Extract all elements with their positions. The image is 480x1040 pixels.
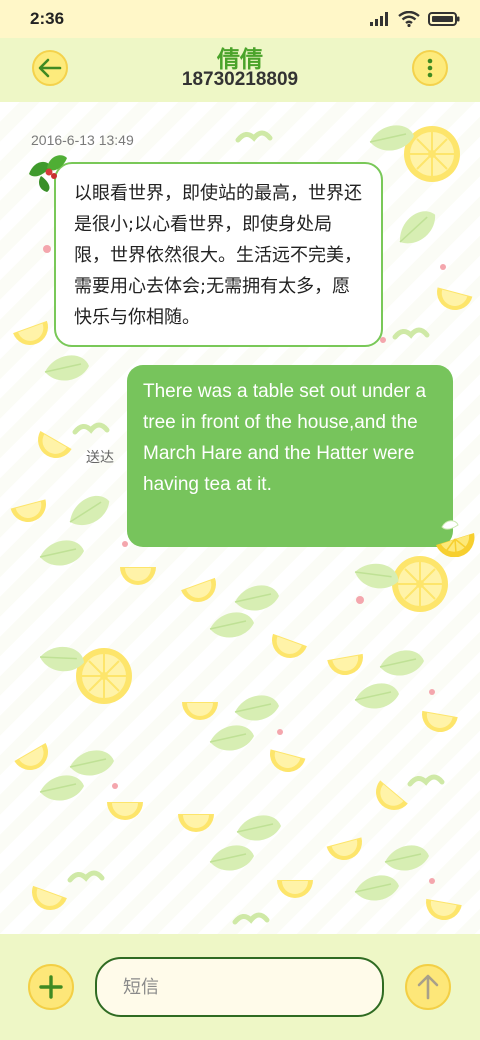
- conversation-header: 倩倩 18730218809: [0, 38, 480, 102]
- composer-bar: [0, 934, 480, 1040]
- incoming-message-bubble[interactable]: 以眼看世界，即使站的最高，世界还是很小;以心看世界，即使身处局限，世界依然很大。…: [54, 162, 383, 347]
- signal-icon: [370, 12, 388, 26]
- message-input-container[interactable]: [95, 957, 384, 1017]
- plus-icon: [39, 975, 63, 999]
- arrow-up-icon: [417, 974, 439, 1000]
- message-timestamp: 2016-6-13 13:49: [31, 132, 134, 148]
- status-icons: [370, 11, 460, 27]
- delivery-status: 送达: [86, 450, 114, 466]
- send-button[interactable]: [405, 964, 451, 1010]
- wifi-icon: [398, 11, 420, 27]
- battery-icon: [428, 12, 460, 26]
- message-input[interactable]: [123, 976, 356, 998]
- outgoing-message-bubble[interactable]: There was a table set out under a tree i…: [127, 365, 453, 547]
- add-attachment-button[interactable]: [28, 964, 74, 1010]
- contact-number: 18730218809: [181, 69, 299, 90]
- message-list[interactable]: 2016-6-13 13:49 以眼看世界，即使站的最高，世界还是很小;以心看世…: [0, 102, 480, 934]
- more-options-button[interactable]: [412, 50, 448, 86]
- lemon-slice-icon: [436, 520, 475, 557]
- status-bar: 2:36: [0, 0, 480, 38]
- more-vertical-icon: [427, 58, 433, 78]
- holly-leaf-icon: [29, 155, 67, 192]
- status-time: 2:36: [30, 9, 65, 28]
